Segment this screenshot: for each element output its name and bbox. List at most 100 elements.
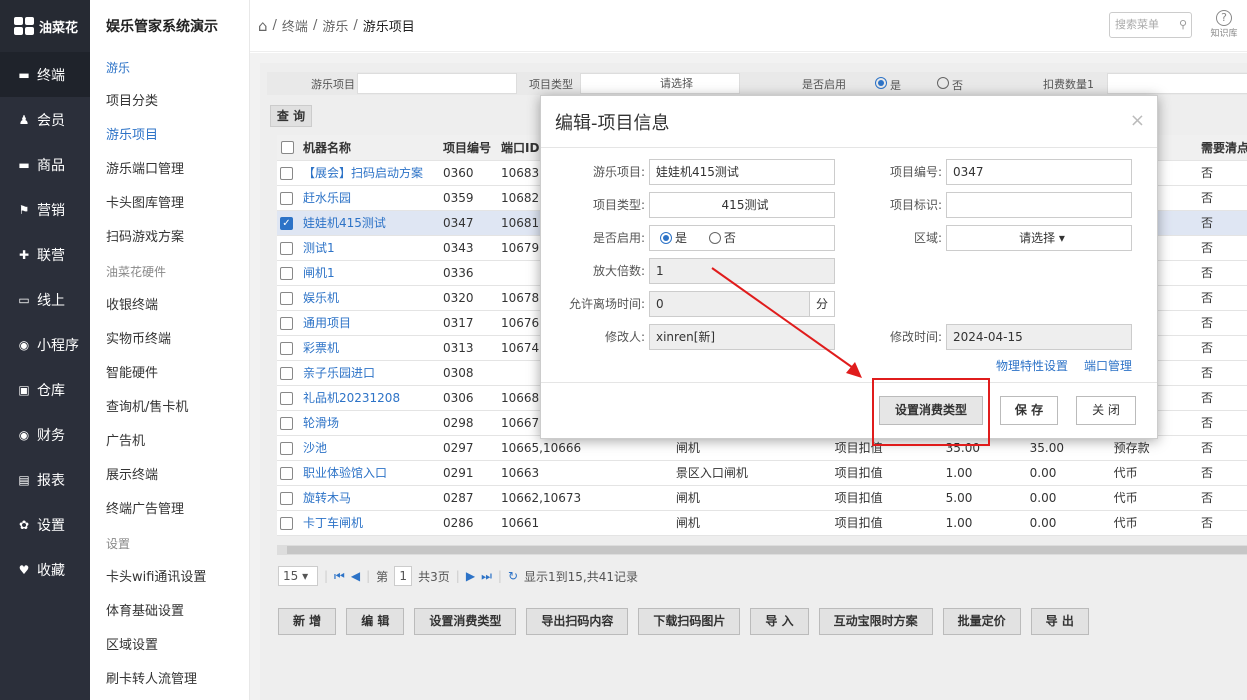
page-number-input[interactable]: 1 — [394, 566, 413, 586]
nav-item[interactable]: ⚑ 营销 — [0, 187, 90, 232]
nav-item[interactable]: ▬ 商品 — [0, 142, 90, 187]
sub-nav-item[interactable]: 卡头图库管理 — [90, 184, 249, 218]
sub-nav-item[interactable]: 游乐端口管理 — [90, 150, 249, 184]
action-button[interactable]: 批量定价 — [942, 608, 1021, 635]
table-row[interactable]: 卡丁车闸机 0286 10661 闸机 项目扣值 1.00 0.00 代币否 — [277, 510, 1247, 536]
row-checkbox[interactable] — [280, 516, 293, 530]
row-checkbox[interactable] — [280, 316, 293, 330]
filter-type-select[interactable]: 请选择 — [580, 73, 740, 94]
last-page-icon[interactable]: ⏭ — [481, 569, 492, 584]
row-checkbox[interactable]: ✓ — [280, 216, 293, 230]
action-button[interactable]: 导出扫码内容 — [526, 608, 629, 635]
table-cell[interactable]: 娃娃机415测试 — [299, 210, 439, 236]
table-cell[interactable]: 【展会】扫码启动方案 — [299, 160, 439, 186]
multiplier-input[interactable]: 1 — [649, 258, 835, 284]
home-icon[interactable]: ⌂ — [258, 17, 268, 35]
table-cell[interactable]: 娱乐机 — [299, 285, 439, 311]
filter-enabled-yes[interactable]: 是 — [875, 77, 901, 92]
filter-deduct-input[interactable] — [1107, 73, 1247, 94]
table-cell[interactable]: 卡丁车闸机 — [299, 510, 439, 536]
item-name-input[interactable]: 娃娃机415测试 — [649, 159, 835, 185]
row-checkbox[interactable] — [280, 266, 293, 280]
action-button[interactable]: 下载扫码图片 — [638, 608, 741, 635]
physical-settings-link[interactable]: 物理特性设置 — [996, 357, 1068, 374]
sub-nav-item[interactable]: 刷卡转人流管理 — [90, 660, 249, 694]
sub-nav-item[interactable]: 扫码游戏方案 — [90, 218, 249, 252]
sub-nav-item[interactable]: 终端广告管理 — [90, 490, 249, 524]
column-header[interactable]: 项目编号 — [439, 135, 497, 161]
refresh-icon[interactable]: ↻ — [508, 569, 518, 583]
row-checkbox[interactable] — [280, 416, 293, 430]
sub-nav-item[interactable]: 卡头wifi通讯设置 — [90, 558, 249, 592]
select-all-checkbox[interactable] — [281, 141, 294, 155]
action-button[interactable]: 导 入 — [750, 608, 809, 635]
sub-nav-item[interactable]: 项目分类 — [90, 82, 249, 116]
nav-item[interactable]: ◉ 财务 — [0, 412, 90, 457]
action-button[interactable]: 设置消费类型 — [414, 608, 517, 635]
item-type-select[interactable]: 415测试 — [649, 192, 835, 218]
filter-enabled-no[interactable]: 否 — [937, 77, 963, 92]
table-cell[interactable]: 通用项目 — [299, 310, 439, 336]
table-cell[interactable]: 闸机1 — [299, 260, 439, 286]
action-button[interactable]: 新 增 — [278, 608, 337, 635]
first-page-icon[interactable]: ⏮ — [334, 569, 345, 584]
column-header[interactable]: 需要清点币 — [1197, 135, 1247, 161]
row-checkbox[interactable] — [280, 241, 293, 255]
port-management-link[interactable]: 端口管理 — [1084, 357, 1132, 374]
table-cell[interactable]: 轮滑场 — [299, 410, 439, 436]
table-cell[interactable]: 彩票机 — [299, 335, 439, 361]
nav-item[interactable]: ▤ 报表 — [0, 457, 90, 502]
table-cell[interactable]: 职业体验馆入口 — [299, 460, 439, 486]
table-cell[interactable]: 沙池 — [299, 435, 439, 461]
prev-page-icon[interactable]: ◀ — [351, 569, 360, 583]
filter-item-input[interactable] — [357, 73, 517, 94]
table-cell[interactable]: 测试1 — [299, 235, 439, 261]
area-select[interactable]: 请选择 ▾ — [946, 225, 1132, 251]
close-button[interactable]: 关 闭 — [1076, 396, 1136, 425]
sub-nav-item[interactable]: 游乐项目 — [90, 116, 249, 150]
nav-item[interactable]: ▬ 终端 — [0, 52, 90, 97]
query-button[interactable]: 查 询 — [270, 105, 312, 127]
next-page-icon[interactable]: ▶ — [466, 569, 475, 583]
menu-search-input[interactable]: 搜索菜单 ⚲ — [1109, 12, 1192, 38]
row-checkbox[interactable] — [280, 466, 293, 480]
row-checkbox[interactable] — [280, 341, 293, 355]
sub-nav-item[interactable]: 查询机/售卡机 — [90, 388, 249, 422]
row-checkbox[interactable] — [280, 491, 293, 505]
sub-nav-item[interactable]: 体育基础设置 — [90, 592, 249, 626]
table-cell[interactable]: 亲子乐园进口 — [299, 360, 439, 386]
horizontal-scrollbar[interactable] — [277, 545, 1247, 555]
nav-item[interactable]: ◉ 小程序 — [0, 322, 90, 367]
sub-nav-item[interactable]: 广告机 — [90, 422, 249, 456]
action-button[interactable]: 导 出 — [1030, 608, 1089, 635]
row-checkbox[interactable] — [280, 291, 293, 305]
enabled-no-radio[interactable]: 否 — [708, 231, 736, 245]
nav-item[interactable]: ♥ 收藏 — [0, 547, 90, 592]
sub-nav-item[interactable]: 收银终端 — [90, 286, 249, 320]
table-row[interactable]: 职业体验馆入口 0291 10663 景区入口闸机 项目扣值 1.00 0.00 代币否 — [277, 460, 1247, 486]
enabled-yes-radio[interactable]: 是 — [660, 231, 687, 245]
table-cell[interactable]: 旋转木马 — [299, 485, 439, 511]
row-checkbox[interactable] — [280, 366, 293, 380]
close-icon[interactable]: × — [1130, 110, 1145, 131]
table-row[interactable]: 旋转木马 0287 10662,10673 闸机 项目扣值 5.00 0.00 代币否 — [277, 485, 1247, 511]
breadcrumb-item[interactable]: 游乐 — [322, 16, 348, 35]
sub-nav-item[interactable]: 区域设置 — [90, 626, 249, 660]
row-checkbox[interactable] — [280, 191, 293, 205]
table-cell[interactable]: 赶水乐园 — [299, 185, 439, 211]
page-size-select[interactable]: 15 ▾ — [278, 566, 318, 586]
logo[interactable]: 油菜花 — [0, 0, 90, 52]
nav-item[interactable]: ♟ 会员 — [0, 97, 90, 142]
breadcrumb-item[interactable]: 终端 — [282, 16, 308, 35]
action-button[interactable]: 编 辑 — [346, 608, 405, 635]
nav-item[interactable]: ✚ 联营 — [0, 232, 90, 277]
item-code-input[interactable]: 0347 — [946, 159, 1132, 185]
save-button[interactable]: 保 存 — [1000, 396, 1058, 425]
row-checkbox[interactable] — [280, 391, 293, 405]
search-icon[interactable]: ⚲ — [1179, 13, 1187, 37]
nav-item[interactable]: ▭ 线上 — [0, 277, 90, 322]
sub-nav-item[interactable]: 展示终端 — [90, 456, 249, 490]
row-checkbox[interactable] — [280, 441, 293, 455]
row-checkbox[interactable] — [280, 166, 293, 180]
nav-item[interactable]: ✿ 设置 — [0, 502, 90, 547]
